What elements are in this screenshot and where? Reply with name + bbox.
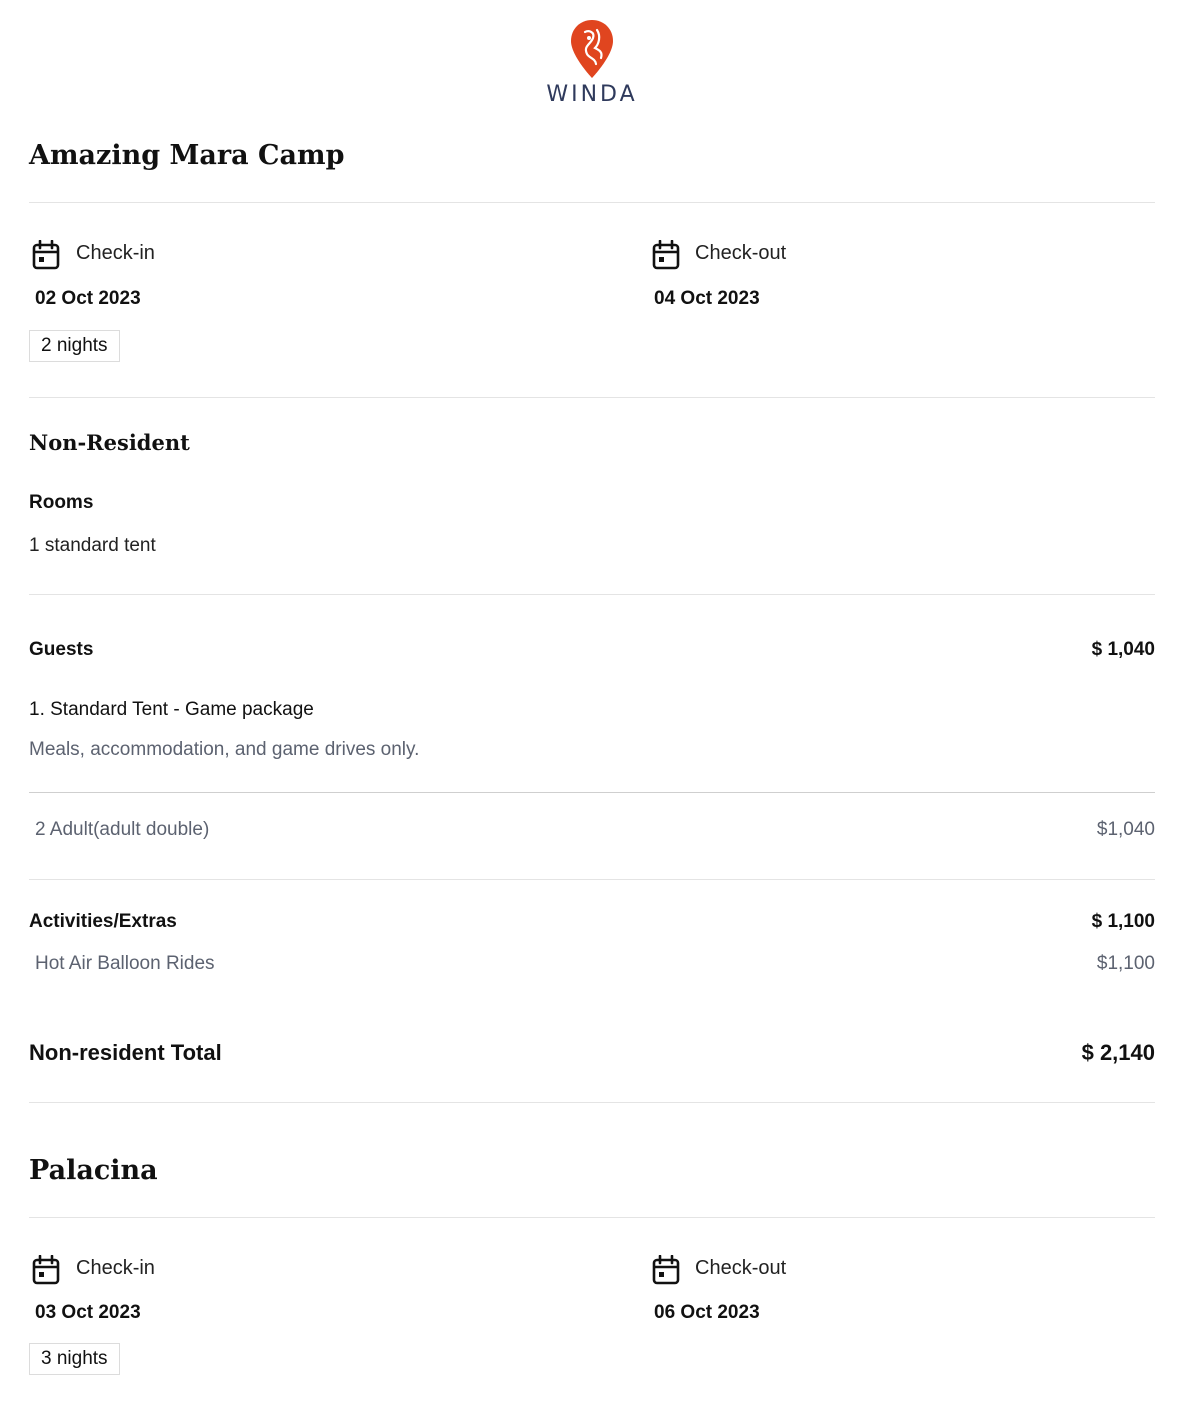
property-title: Amazing Mara Camp (29, 140, 345, 171)
checkin-label: Check-in (76, 242, 155, 264)
divider (29, 792, 1155, 793)
divider (29, 202, 1155, 203)
divider (29, 1217, 1155, 1218)
calendar-icon (32, 240, 60, 270)
checkout-label: Check-out (695, 242, 787, 264)
checkout-date: 06 Oct 2023 (654, 1302, 760, 1323)
guests-label: Guests (29, 639, 94, 660)
calendar-icon (32, 1255, 60, 1285)
nights-badge: 3 nights (29, 1343, 120, 1375)
extra-item-price: $1,100 (1096, 953, 1155, 974)
divider (29, 594, 1155, 595)
property-title: Palacina (29, 1155, 158, 1186)
package-title: 1. Standard Tent - Game package (29, 699, 314, 720)
guest-line: 2 Adult(adult double) (35, 819, 210, 840)
map-pin-logo-icon (571, 20, 613, 78)
divider (29, 1102, 1155, 1103)
checkin-date: 03 Oct 2023 (35, 1302, 141, 1323)
extra-item: Hot Air Balloon Rides (35, 953, 215, 974)
extras-label: Activities/Extras (29, 911, 177, 932)
checkin-label: Check-in (76, 1257, 155, 1279)
guests-total: $ 1,040 (1091, 639, 1155, 660)
extras-total: $ 1,100 (1091, 911, 1155, 932)
rooms-label: Rooms (29, 492, 94, 513)
divider (29, 397, 1155, 398)
calendar-icon (652, 1255, 680, 1285)
brand-name: WINDA (546, 82, 638, 107)
package-description: Meals, accommodation, and game drives on… (29, 739, 420, 760)
guest-line-price: $1,040 (1096, 819, 1155, 840)
checkout-label: Check-out (695, 1257, 787, 1279)
divider (29, 879, 1155, 880)
nights-badge: 2 nights (29, 330, 120, 362)
winda-logo: WINDA (0, 18, 1184, 107)
total-label: Non-resident Total (29, 1040, 222, 1065)
checkin-date: 02 Oct 2023 (35, 288, 141, 309)
calendar-icon (652, 240, 680, 270)
rooms-value: 1 standard tent (29, 535, 156, 556)
total-value: $ 2,140 (1081, 1040, 1155, 1065)
residency-title: Non-Resident (29, 430, 190, 455)
checkout-date: 04 Oct 2023 (654, 288, 760, 309)
